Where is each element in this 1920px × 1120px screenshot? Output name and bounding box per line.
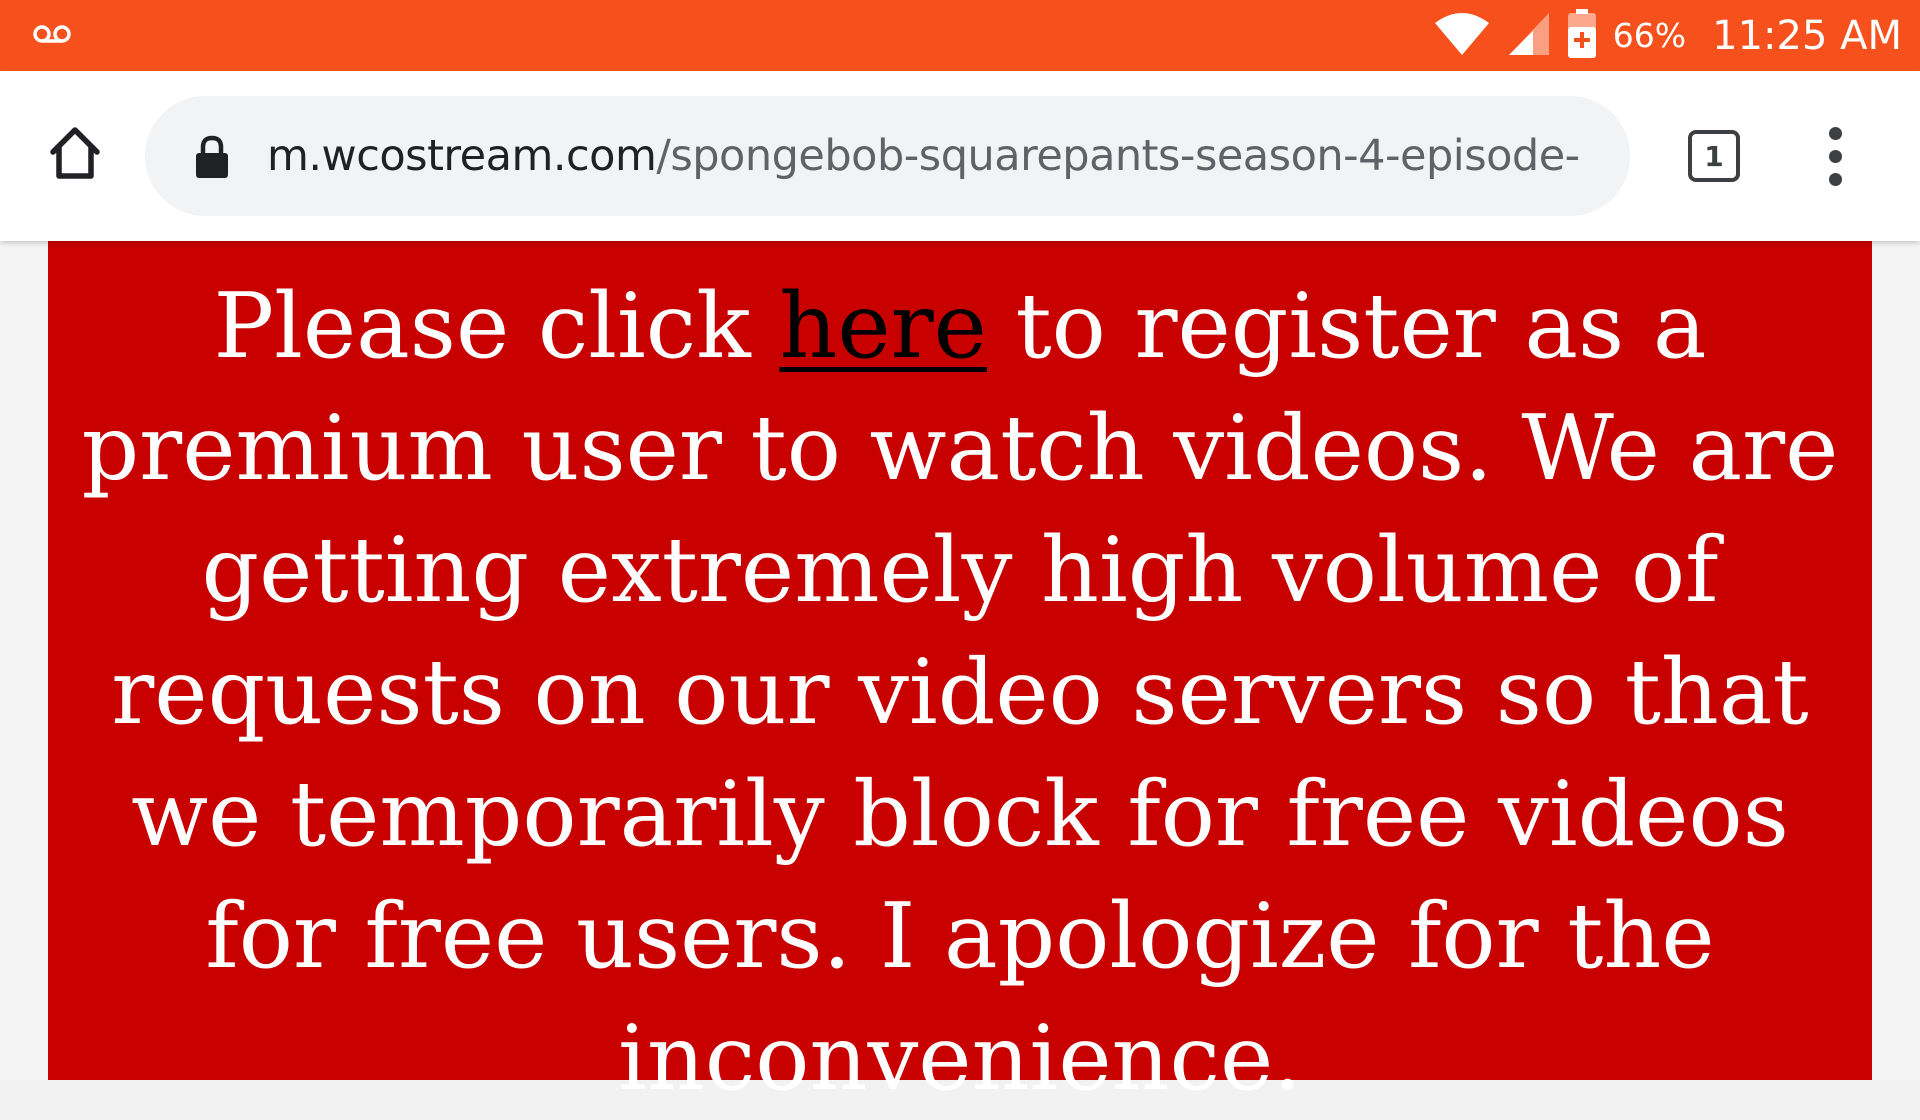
- tab-count: 1: [1704, 139, 1724, 173]
- battery-charging-icon: [1567, 8, 1597, 63]
- url-text[interactable]: m.wcostream.com/spongebob-squarepants-se…: [267, 131, 1580, 181]
- notice-text-after-link: to register as a premium user to watch v…: [81, 274, 1839, 1111]
- register-link[interactable]: here: [779, 274, 987, 379]
- battery-percent: 66%: [1612, 16, 1687, 55]
- tab-switcher-button[interactable]: 1: [1688, 130, 1740, 182]
- cell-signal-icon: [1507, 11, 1551, 61]
- notice-text-before-link: Please click: [213, 274, 780, 379]
- voicemail-icon: [32, 24, 72, 48]
- menu-dot: [1828, 149, 1842, 163]
- clock: 11:25 AM: [1712, 12, 1902, 59]
- wifi-icon: [1433, 11, 1491, 61]
- browser-toolbar: m.wcostream.com/spongebob-squarepants-se…: [0, 71, 1920, 241]
- lock-icon[interactable]: [195, 133, 231, 179]
- menu-dot: [1828, 172, 1842, 186]
- address-bar[interactable]: m.wcostream.com/spongebob-squarepants-se…: [145, 96, 1630, 216]
- premium-notice-banner: Please click here to register as a premi…: [48, 241, 1872, 1111]
- home-icon: [45, 124, 105, 188]
- more-vert-icon[interactable]: [1810, 121, 1860, 191]
- home-button[interactable]: [40, 121, 110, 191]
- page-content: Please click here to register as a premi…: [0, 241, 1920, 1111]
- url-path: /spongebob-squarepants-season-4-episode-: [656, 131, 1580, 181]
- url-host: m.wcostream.com: [267, 131, 657, 181]
- status-bar: 66% 11:25 AM: [0, 0, 1920, 71]
- menu-dot: [1828, 126, 1842, 140]
- notice-message: Please click here to register as a premi…: [68, 266, 1852, 1120]
